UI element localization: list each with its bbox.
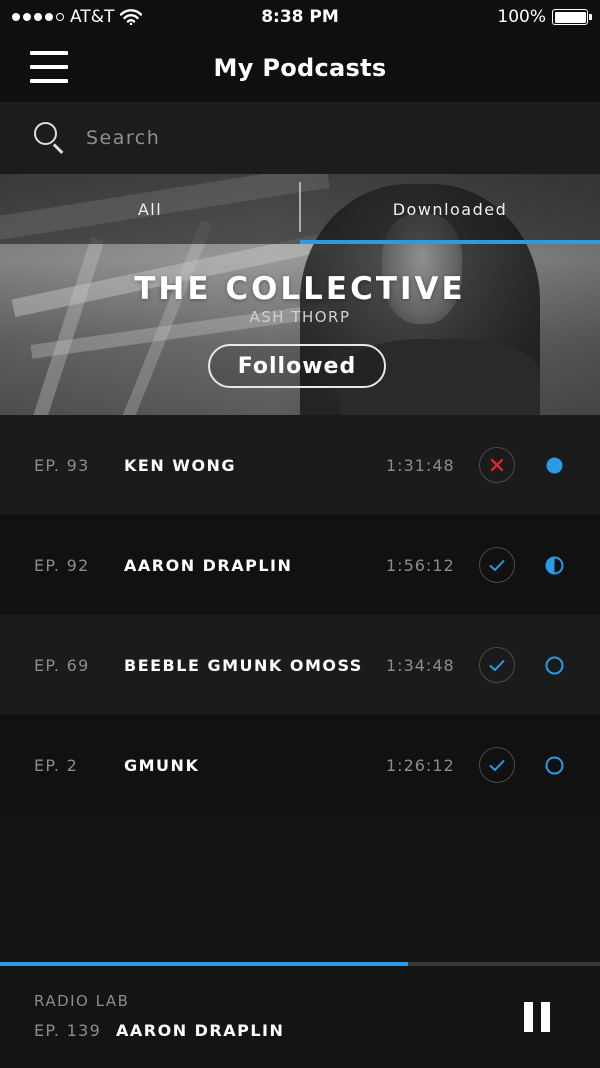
clock: 8:38 PM xyxy=(261,7,339,27)
page-title: My Podcasts xyxy=(213,54,387,82)
episode-number: EP. 92 xyxy=(34,555,90,575)
tab-downloaded[interactable]: Downloaded xyxy=(300,174,600,244)
search-icon[interactable] xyxy=(34,122,66,154)
downloaded-check-button[interactable] xyxy=(479,547,515,583)
episode-duration: 1:31:48 xyxy=(386,455,455,475)
status-right: 100% xyxy=(388,7,592,27)
search-input[interactable] xyxy=(86,127,486,149)
carrier-label: AT&T xyxy=(70,7,115,27)
episode-row[interactable]: EP. 92 AARON DRAPLIN 1:56:12 xyxy=(0,515,600,615)
episode-duration: 1:34:48 xyxy=(386,655,455,675)
podcast-author: ASH THORP xyxy=(249,308,351,326)
followed-button[interactable]: Followed xyxy=(208,344,386,388)
navigation-bar: My Podcasts xyxy=(0,34,600,102)
check-icon xyxy=(489,759,505,771)
tab-all[interactable]: All xyxy=(0,174,300,244)
episode-number: EP. 2 xyxy=(34,755,79,775)
signal-strength-icon xyxy=(12,13,64,21)
status-left: AT&T xyxy=(12,7,212,27)
check-icon xyxy=(489,659,505,671)
episode-duration: 1:56:12 xyxy=(386,555,455,575)
battery-icon xyxy=(552,9,592,25)
filter-tabs: All Downloaded xyxy=(0,174,600,244)
check-icon xyxy=(489,559,505,571)
now-playing-episode-name: AARON DRAPLIN xyxy=(116,1021,285,1040)
episode-name: KEN WONG xyxy=(124,455,237,475)
now-playing-bar[interactable]: RADIO LAB EP. 139 AARON DRAPLIN xyxy=(0,966,600,1068)
podcast-hero: All Downloaded THE COLLECTIVE ASH THORP … xyxy=(0,174,600,415)
half-circle-icon xyxy=(545,556,564,575)
pause-icon[interactable] xyxy=(524,1002,550,1032)
delete-download-button[interactable] xyxy=(479,447,515,483)
downloaded-check-button[interactable] xyxy=(479,747,515,783)
filled-dot-icon xyxy=(546,457,563,474)
battery-percent: 100% xyxy=(497,7,546,27)
episode-list: EP. 93 KEN WONG 1:31:48 EP. 92 AARON DRA… xyxy=(0,415,600,815)
active-tab-indicator xyxy=(300,240,600,244)
downloaded-check-button[interactable] xyxy=(479,647,515,683)
episode-duration: 1:26:12 xyxy=(386,755,455,775)
menu-icon[interactable] xyxy=(30,51,68,83)
podcast-title: THE COLLECTIVE xyxy=(134,271,466,307)
now-playing-episode-number: EP. 139 xyxy=(34,1021,102,1040)
episode-name: AARON DRAPLIN xyxy=(124,555,293,575)
episode-row[interactable]: EP. 93 KEN WONG 1:31:48 xyxy=(0,415,600,515)
empty-circle-icon xyxy=(545,656,564,675)
empty-circle-icon xyxy=(545,756,564,775)
episode-number: EP. 69 xyxy=(34,655,90,675)
wifi-icon xyxy=(120,9,143,25)
episode-row[interactable]: EP. 69 BEEBLE GMUNK OMOSS 1:34:48 xyxy=(0,615,600,715)
search-bar xyxy=(0,102,600,174)
episode-number: EP. 93 xyxy=(34,455,90,475)
status-bar: AT&T 8:38 PM 100% xyxy=(0,0,600,34)
close-icon xyxy=(490,458,504,472)
episode-name: GMUNK xyxy=(124,755,200,775)
now-playing-show: RADIO LAB xyxy=(34,992,130,1010)
episode-name: BEEBLE GMUNK OMOSS xyxy=(124,655,363,675)
episode-row[interactable]: EP. 2 GMUNK 1:26:12 xyxy=(0,715,600,815)
tab-divider xyxy=(299,182,301,232)
